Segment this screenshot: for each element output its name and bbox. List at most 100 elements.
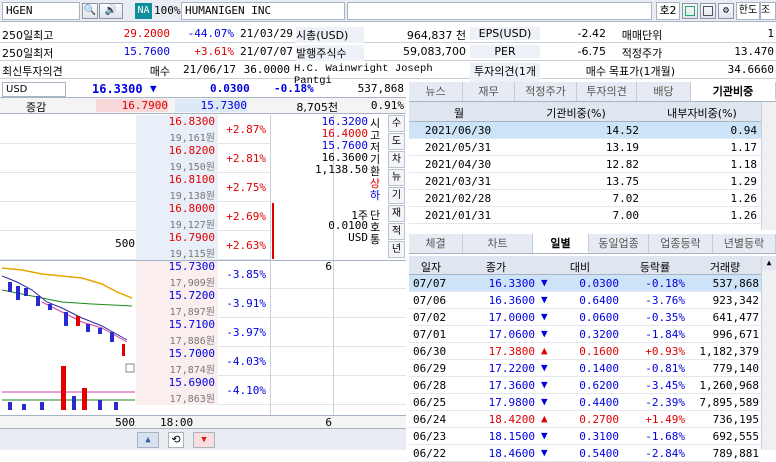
summary-price: 29.2000 <box>123 27 170 40</box>
scroll-up-arrow-icon[interactable]: ▲ <box>762 256 776 270</box>
down-arrow-icon: ▼ <box>541 276 548 289</box>
gear-icon[interactable]: ⚙ <box>718 3 734 19</box>
side-tab[interactable]: 기 <box>388 187 405 204</box>
daily-row[interactable]: 06/29 17.2200 ▼ 0.1400 -0.81% 779,140 <box>409 360 761 377</box>
ask-price: 16.7900 <box>168 231 215 244</box>
tab-1[interactable]: 차트 <box>463 234 533 253</box>
daily-row[interactable]: 07/01 17.0600 ▼ 0.3200 -1.84% 996,671 <box>409 326 761 343</box>
refresh-icon[interactable]: ⟲ <box>168 432 184 448</box>
slot-button[interactable]: 호2 <box>656 2 680 20</box>
summary-value: 34.6660 <box>727 63 774 76</box>
daily-header-cell: 대비 <box>569 261 591 274</box>
search-icon[interactable]: 🔍 <box>82 3 98 19</box>
scroll-up-button[interactable]: ▲ <box>137 432 159 448</box>
inst-row[interactable]: 2021/05/31 13.19 1.17 <box>409 139 761 156</box>
summary-grid: 250일최고 29.2000 -44.07% 21/03/29 시총(USD) 964,8… <box>0 25 776 95</box>
summary-target: 36.0000 <box>243 63 290 76</box>
daily-row[interactable]: 07/06 16.3600 ▼ 0.6400 -3.76% 923,342 <box>409 292 761 309</box>
summary-value: 매수 <box>585 65 606 78</box>
insider-pct: 0.94 <box>730 124 758 137</box>
daily-header: 일자 종가 대비 등락률 거래량 <box>409 256 761 275</box>
side-tab[interactable]: 뉴 <box>388 169 405 186</box>
price-change-pct: -0.18% <box>274 82 314 95</box>
tab-4[interactable]: 업종등락 <box>649 234 713 253</box>
side-tab[interactable]: 차 <box>388 151 405 168</box>
insider-pct: 1.29 <box>730 175 758 188</box>
bid-row[interactable]: 15.7100 17,886원 -3.97% <box>136 318 406 347</box>
daily-pct: +0.93% <box>645 345 685 358</box>
ask-price: 16.8300 <box>168 115 215 128</box>
inst-scrollbar[interactable] <box>761 102 776 230</box>
ask-krw: 19,161원 <box>169 133 215 144</box>
ask-row[interactable]: 16.8300 19,161원 +2.87% <box>0 115 270 144</box>
ask-price-cell: 16.8000 19,127원 <box>136 202 218 231</box>
query-button[interactable]: 조회 <box>760 2 776 20</box>
tab-2[interactable]: 적정주가 <box>515 82 577 101</box>
daily-scrollbar[interactable] <box>761 256 776 450</box>
side-tab[interactable]: 년 <box>388 241 405 258</box>
currency-select[interactable]: USD <box>2 82 66 97</box>
inst-month: 2021/04/30 <box>424 158 492 171</box>
inst-month: 2021/03/31 <box>424 175 492 188</box>
tab-4[interactable]: 배당 <box>637 82 691 101</box>
tab-2[interactable]: 일별 <box>533 234 589 253</box>
trade-value: 8,705천 <box>296 101 338 114</box>
side-tab[interactable]: 수 <box>388 115 405 132</box>
bid-row[interactable]: 15.7200 17,897원 -3.91% <box>136 289 406 318</box>
daily-date: 06/28 <box>413 379 447 392</box>
bid-row[interactable]: 15.6900 17,863원 -4.10% <box>136 376 406 405</box>
bid-row[interactable]: 15.7000 17,874원 -4.03% <box>136 347 406 376</box>
tab-0[interactable]: 뉴스 <box>409 82 463 101</box>
bid-row[interactable]: 15.7300 17,909원 -3.85% 6 <box>136 260 406 289</box>
side-tab[interactable]: 재 <box>388 205 405 222</box>
inst-row[interactable]: 2021/06/30 14.52 0.94 <box>409 122 761 139</box>
daily-row[interactable]: 06/22 18.4600 ▼ 0.5400 -2.84% 789,881 <box>409 445 761 462</box>
ask-price-cell: 16.8200 19,150원 <box>136 144 218 173</box>
daily-row[interactable]: 06/28 17.3600 ▼ 0.6200 -3.45% 1,260,968 <box>409 377 761 394</box>
mini-volume-chart <box>2 362 135 412</box>
bid-price: 15.7200 <box>168 289 215 302</box>
inst-pct: 7.02 <box>612 192 640 205</box>
summary-value: -6.75 <box>577 45 606 58</box>
tab-3[interactable]: 동일업종 <box>589 234 649 253</box>
window-icon[interactable] <box>682 3 698 19</box>
tab-1[interactable]: 재무 <box>463 82 515 101</box>
tab-5[interactable]: 년별등락 <box>713 234 776 253</box>
side-tab[interactable]: 도 <box>388 133 405 150</box>
tab-3[interactable]: 투자의견 <box>577 82 637 101</box>
tab-5[interactable]: 기관비중 <box>691 82 776 101</box>
inst-row[interactable]: 2021/03/31 13.75 1.29 <box>409 173 761 190</box>
ask-row[interactable]: 500 16.7900 19,115원 +2.63% <box>0 231 270 260</box>
daily-pct: -0.35% <box>645 311 685 324</box>
daily-row[interactable]: 06/23 18.1500 ▼ 0.3100 -1.68% 692,555 <box>409 428 761 445</box>
daily-row[interactable]: 06/24 18.4200 ▲ 0.2700 +1.49% 736,195 <box>409 411 761 428</box>
side-tab[interactable]: 적 <box>388 223 405 240</box>
ask-row[interactable]: 16.8000 19,127원 +2.69% <box>0 202 270 231</box>
copy-icon[interactable] <box>700 3 716 19</box>
insider-pct: 1.18 <box>730 158 758 171</box>
tab-0[interactable]: 체결 <box>409 234 463 253</box>
daily-pct: -3.45% <box>645 379 685 392</box>
ask-price-cell: 16.8300 19,161원 <box>136 115 218 144</box>
lang-button[interactable]: 한도 <box>736 2 760 20</box>
unit-label: 통 <box>370 233 381 246</box>
inst-row[interactable]: 2021/01/31 7.00 1.26 <box>409 207 761 224</box>
ticker-input[interactable]: HGEN <box>2 2 80 20</box>
blank-field[interactable] <box>347 2 652 20</box>
daily-row[interactable]: 07/07 16.3300 ▼ 0.0300 -0.18% 537,868 <box>409 275 761 292</box>
inst-row[interactable]: 2021/02/28 7.02 1.26 <box>409 190 761 207</box>
daily-row[interactable]: 06/30 17.3800 ▲ 0.1600 +0.93% 1,182,379 <box>409 343 761 360</box>
speaker-icon[interactable]: 🔊 <box>99 3 123 19</box>
ask-row[interactable]: 16.8100 19,138원 +2.75% <box>0 173 270 202</box>
scroll-down-button[interactable]: ▼ <box>193 432 215 448</box>
increase-row: 증감 16.7900 15.7300 8,705천 0.91% <box>0 98 406 114</box>
inst-row[interactable]: 2021/04/30 12.82 1.18 <box>409 156 761 173</box>
current-price: 16.3300 <box>92 82 143 96</box>
insider-pct: 1.26 <box>730 209 758 222</box>
daily-row[interactable]: 06/25 17.9800 ▼ 0.4400 -2.39% 7,895,589 <box>409 394 761 411</box>
ask-row[interactable]: 16.8200 19,150원 +2.81% <box>0 144 270 173</box>
daily-diff: 0.0600 <box>579 311 619 324</box>
daily-row[interactable]: 07/02 17.0000 ▼ 0.0600 -0.35% 641,477 <box>409 309 761 326</box>
inst-header-cell: 기관비중(%) <box>546 107 606 120</box>
daily-volume: 537,868 <box>712 277 759 290</box>
